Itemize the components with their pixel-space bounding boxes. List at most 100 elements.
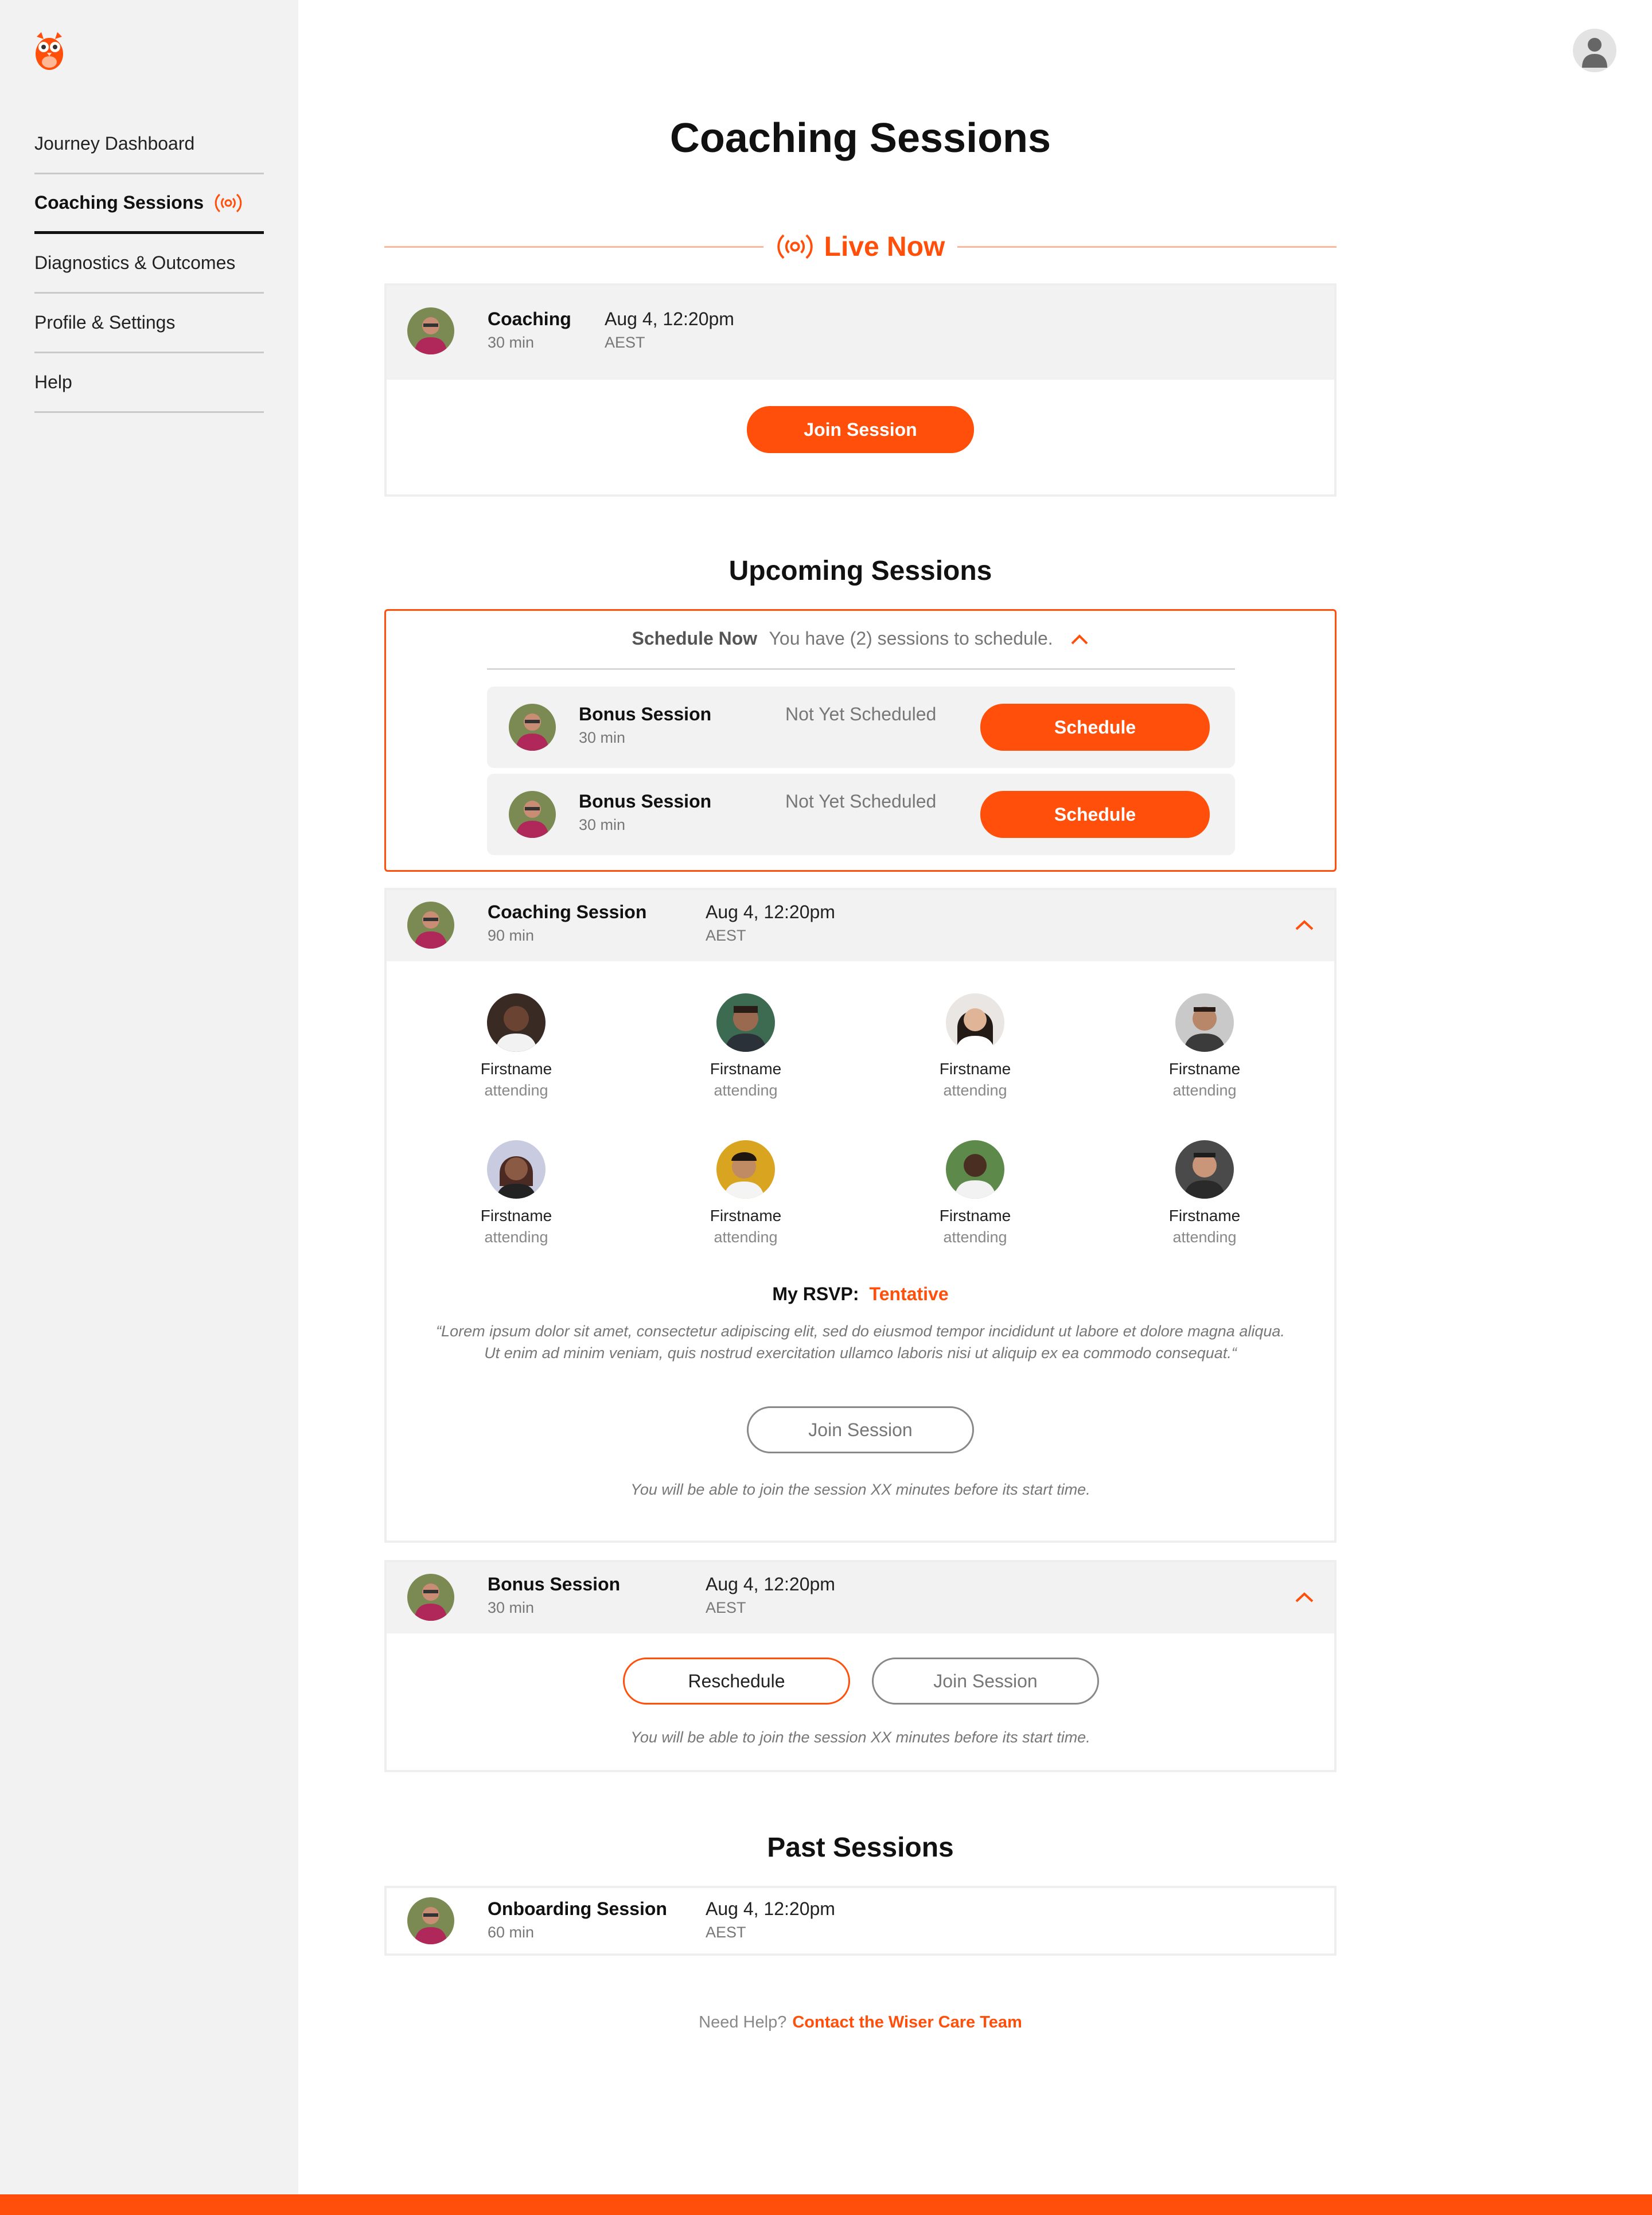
past-sessions-heading: Past Sessions bbox=[767, 1832, 954, 1863]
divider bbox=[487, 668, 1235, 670]
attendee-photo bbox=[716, 993, 775, 1052]
attendee-status: attending bbox=[1172, 1082, 1237, 1099]
contact-care-team-link[interactable]: Contact the Wiser Care Team bbox=[792, 2013, 1022, 2031]
sidebar-item-coaching-sessions[interactable]: Coaching Sessions bbox=[34, 174, 264, 234]
schedule-button[interactable]: Schedule bbox=[980, 704, 1210, 751]
divider bbox=[384, 245, 763, 248]
join-session-button[interactable]: Join Session bbox=[747, 406, 974, 453]
attendee-status: attending bbox=[943, 1229, 1007, 1246]
reschedule-button[interactable]: Reschedule bbox=[623, 1658, 850, 1705]
schedule-status: Not Yet Scheduled bbox=[785, 791, 937, 812]
sidebar-item-diagnostics-outcomes[interactable]: Diagnostics & Outcomes bbox=[34, 234, 264, 294]
sidebar-item-label: Help bbox=[34, 372, 72, 392]
past-session-card[interactable]: Onboarding Session 60 min Aug 4, 12:20pm… bbox=[384, 1886, 1337, 1956]
session-duration: 30 min bbox=[488, 1599, 535, 1616]
coach-avatar bbox=[509, 704, 556, 751]
rsvp-value[interactable]: Tentative bbox=[870, 1284, 949, 1304]
live-now-text: Live Now bbox=[824, 231, 945, 262]
bottom-accent-bar bbox=[0, 2194, 1652, 2215]
session-date: Aug 4, 12:20pm bbox=[706, 902, 835, 922]
session-title: Bonus Session bbox=[579, 791, 712, 812]
session-duration: 90 min bbox=[488, 927, 535, 944]
session-header[interactable]: Bonus Session 30 min Aug 4, 12:20pm AEST bbox=[387, 1562, 1334, 1633]
schedule-now-panel: Schedule Now You have (2) sessions to sc… bbox=[384, 609, 1337, 872]
chevron-up-icon[interactable] bbox=[1294, 919, 1315, 931]
description-line: “Lorem ipsum dolor sit amet, consectetur… bbox=[436, 1323, 1285, 1340]
session-description: “Lorem ipsum dolor sit amet, consectetur… bbox=[410, 1320, 1311, 1364]
attendee: Firstname attending bbox=[860, 993, 1090, 1099]
sidebar-item-label: Journey Dashboard bbox=[34, 133, 195, 154]
chevron-up-icon[interactable] bbox=[1070, 629, 1089, 650]
attendee-photo bbox=[1175, 993, 1234, 1052]
rsvp-label: My RSVP: bbox=[772, 1284, 859, 1304]
chevron-up-icon[interactable] bbox=[1294, 1591, 1315, 1604]
attendee: Firstname attending bbox=[402, 1140, 631, 1246]
attendee: Firstname attending bbox=[860, 1140, 1090, 1246]
attendee-status: attending bbox=[484, 1229, 548, 1246]
session-header[interactable]: Coaching Session 90 min Aug 4, 12:20pm A… bbox=[387, 890, 1334, 961]
session-timezone: AEST bbox=[706, 1599, 746, 1616]
attendee-name: Firstname bbox=[939, 1060, 1011, 1078]
attendee-photo bbox=[946, 1140, 1004, 1199]
coaching-session-card: Coaching Session 90 min Aug 4, 12:20pm A… bbox=[384, 888, 1337, 1543]
session-duration: 60 min bbox=[488, 1924, 535, 1941]
attendee-name: Firstname bbox=[480, 1060, 552, 1078]
attendee-name: Firstname bbox=[1168, 1207, 1241, 1225]
sidebar-item-help[interactable]: Help bbox=[34, 353, 264, 413]
user-avatar-icon[interactable] bbox=[1573, 29, 1616, 72]
session-duration: 30 min bbox=[579, 729, 626, 746]
attendee-status: attending bbox=[484, 1082, 548, 1099]
attendee-photo bbox=[1175, 1140, 1234, 1199]
session-title: Coaching Session bbox=[488, 902, 647, 922]
coach-avatar bbox=[407, 1574, 454, 1621]
coach-avatar bbox=[407, 307, 454, 354]
attendee: Firstname attending bbox=[402, 993, 631, 1099]
list-item: Bonus Session 30 min Not Yet Scheduled S… bbox=[487, 774, 1235, 855]
live-now-label: Live Now bbox=[763, 231, 958, 263]
live-now-header: Live Now bbox=[384, 229, 1337, 264]
help-footer: Need Help? Contact the Wiser Care Team bbox=[384, 2013, 1337, 2032]
upcoming-sessions-heading: Upcoming Sessions bbox=[728, 556, 992, 586]
attendee-photo bbox=[946, 993, 1004, 1052]
sidebar-item-journey-dashboard[interactable]: Journey Dashboard bbox=[34, 115, 264, 174]
attendee: Firstname attending bbox=[631, 1140, 860, 1246]
attendee-photo bbox=[716, 1140, 775, 1199]
my-rsvp[interactable]: My RSVP: Tentative bbox=[387, 1284, 1334, 1305]
attendee-status: attending bbox=[1172, 1229, 1237, 1246]
schedule-button[interactable]: Schedule bbox=[980, 791, 1210, 838]
attendee-name: Firstname bbox=[710, 1207, 782, 1225]
schedule-status: Not Yet Scheduled bbox=[785, 704, 937, 724]
owl-logo-icon[interactable] bbox=[33, 31, 65, 72]
schedule-now-message: You have (2) sessions to schedule. bbox=[769, 628, 1053, 649]
sidebar-item-profile-settings[interactable]: Profile & Settings bbox=[34, 294, 264, 353]
attendee-name: Firstname bbox=[710, 1060, 782, 1078]
sidebar-item-label: Diagnostics & Outcomes bbox=[34, 252, 236, 273]
session-timezone: AEST bbox=[706, 927, 746, 944]
coach-avatar bbox=[509, 791, 556, 838]
attendee-name: Firstname bbox=[1168, 1060, 1241, 1078]
session-timezone: AEST bbox=[605, 334, 645, 351]
live-session-card: Coaching 30 min Aug 4, 12:20pm AEST Join… bbox=[384, 283, 1337, 497]
session-date: Aug 4, 12:20pm bbox=[706, 1898, 835, 1919]
attendee: Firstname attending bbox=[631, 993, 860, 1099]
session-duration: 30 min bbox=[579, 816, 626, 833]
list-item: Bonus Session 30 min Not Yet Scheduled S… bbox=[487, 687, 1235, 768]
join-note: You will be able to join the session XX … bbox=[630, 1481, 1090, 1498]
attendee-photo bbox=[487, 1140, 546, 1199]
session-header: Coaching 30 min Aug 4, 12:20pm AEST bbox=[387, 286, 1334, 380]
attendee-name: Firstname bbox=[480, 1207, 552, 1225]
help-text: Need Help? bbox=[699, 2013, 787, 2031]
attendee: Firstname attending bbox=[1090, 993, 1319, 1099]
coach-avatar bbox=[407, 902, 454, 949]
sidebar: Journey Dashboard Coaching Sessions Diag… bbox=[0, 0, 298, 2194]
session-title: Bonus Session bbox=[579, 704, 712, 724]
session-date: Aug 4, 12:20pm bbox=[605, 309, 734, 329]
attendee-status: attending bbox=[943, 1082, 1007, 1099]
schedule-now-header[interactable]: Schedule Now You have (2) sessions to sc… bbox=[386, 628, 1335, 650]
join-session-button-disabled[interactable]: Join Session bbox=[872, 1658, 1099, 1705]
join-note: You will be able to join the session XX … bbox=[630, 1729, 1090, 1746]
attendee-photo bbox=[487, 993, 546, 1052]
session-title: Coaching bbox=[488, 309, 571, 329]
session-timezone: AEST bbox=[706, 1924, 746, 1941]
join-session-button-disabled[interactable]: Join Session bbox=[747, 1406, 974, 1453]
